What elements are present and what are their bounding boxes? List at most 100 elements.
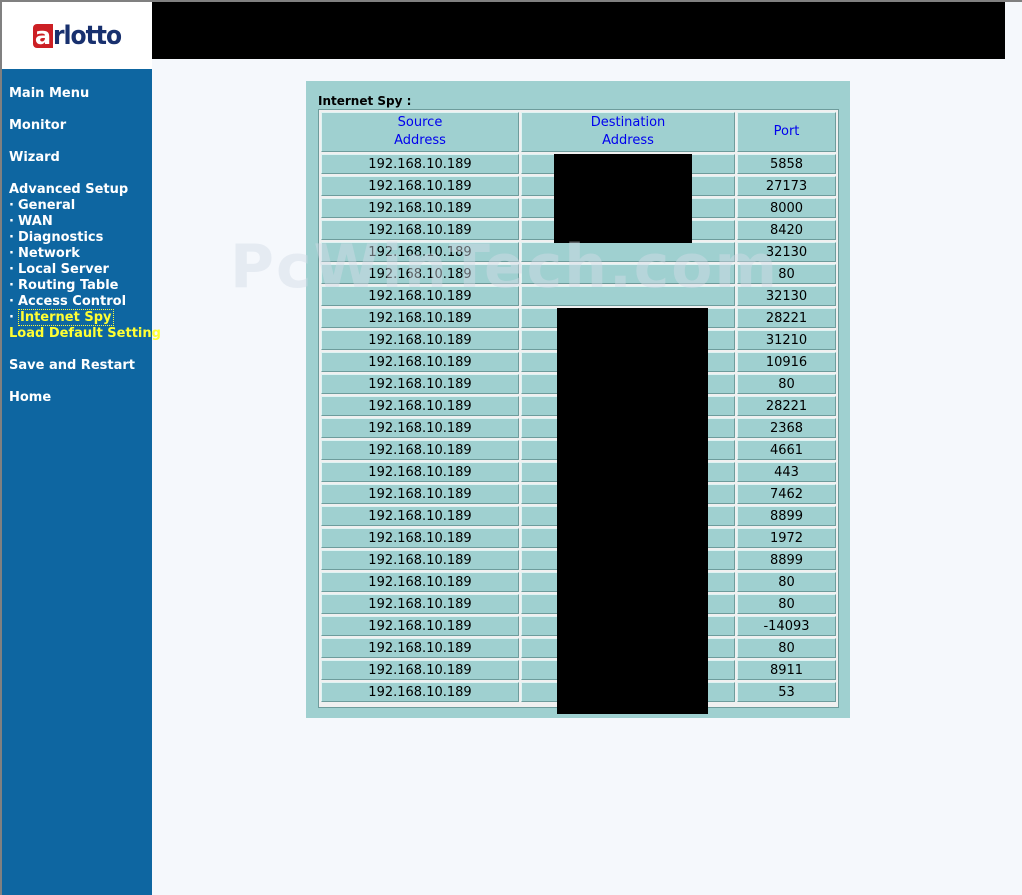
- destination-address-cell: [521, 242, 735, 262]
- port-cell: 28221: [737, 396, 836, 416]
- port-cell: 27173: [737, 176, 836, 196]
- logo-initial: a: [32, 21, 53, 50]
- sidebar: Main Menu Monitor Wizard Advanced Setup …: [2, 69, 161, 895]
- bullet-icon: ·: [9, 214, 14, 229]
- bullet-icon: ·: [9, 246, 14, 261]
- nav-load-default-setting[interactable]: Load Default Setting: [9, 326, 161, 341]
- nav-advanced-setup[interactable]: Advanced Setup: [9, 182, 128, 197]
- source-address-cell: 192.168.10.189: [321, 550, 519, 570]
- logo-area: a rlotto: [2, 2, 152, 69]
- table-row: 192.168.10.189 32130: [321, 286, 836, 306]
- nav-local-server-label: Local Server: [18, 262, 109, 277]
- source-address-cell: 192.168.10.189: [321, 528, 519, 548]
- source-address-cell: 192.168.10.189: [321, 418, 519, 438]
- source-address-cell: 192.168.10.189: [321, 198, 519, 218]
- nav-general-label: General: [18, 198, 76, 213]
- source-address-cell: 192.168.10.189: [321, 506, 519, 526]
- nav-monitor[interactable]: Monitor: [9, 118, 66, 133]
- source-address-header: Source Address: [321, 112, 519, 152]
- port-cell: 80: [737, 594, 836, 614]
- arlotto-logo[interactable]: a rlotto: [32, 16, 122, 56]
- nav-save-and-restart[interactable]: Save and Restart: [9, 358, 135, 373]
- header-banner-redacted: [152, 2, 1005, 59]
- nav-general[interactable]: · General: [9, 198, 75, 213]
- port-cell: 4661: [737, 440, 836, 460]
- source-header-line1: Source: [397, 115, 443, 130]
- port-cell: 28221: [737, 308, 836, 328]
- source-address-cell: 192.168.10.189: [321, 352, 519, 372]
- nav-network-label: Network: [18, 246, 80, 261]
- nav-internet-spy-label: Internet Spy: [18, 309, 114, 326]
- port-cell: 32130: [737, 242, 836, 262]
- nav-access-control[interactable]: · Access Control: [9, 294, 126, 309]
- bullet-icon: ·: [9, 198, 14, 213]
- nav-wan-label: WAN: [18, 214, 53, 229]
- source-address-cell: 192.168.10.189: [321, 220, 519, 240]
- source-address-cell: 192.168.10.189: [321, 616, 519, 636]
- nav-routing-table-label: Routing Table: [18, 278, 119, 293]
- port-cell: 53: [737, 682, 836, 702]
- source-address-cell: 192.168.10.189: [321, 264, 519, 284]
- port-cell: 8420: [737, 220, 836, 240]
- bullet-icon: ·: [9, 230, 14, 245]
- port-cell: 8899: [737, 506, 836, 526]
- nav-diagnostics[interactable]: · Diagnostics: [9, 230, 103, 245]
- port-cell: 8899: [737, 550, 836, 570]
- nav-network[interactable]: · Network: [9, 246, 80, 261]
- nav-home[interactable]: Home: [9, 390, 51, 405]
- source-address-cell: 192.168.10.189: [321, 330, 519, 350]
- source-address-cell: 192.168.10.189: [321, 638, 519, 658]
- port-cell: 80: [737, 264, 836, 284]
- table-row: 192.168.10.189 80: [321, 264, 836, 284]
- source-address-cell: 192.168.10.189: [321, 594, 519, 614]
- port-cell: 5858: [737, 154, 836, 174]
- bullet-icon: ·: [9, 262, 14, 277]
- source-address-cell: 192.168.10.189: [321, 242, 519, 262]
- port-cell: 7462: [737, 484, 836, 504]
- nav-diagnostics-label: Diagnostics: [18, 230, 104, 245]
- port-cell: 443: [737, 462, 836, 482]
- bullet-icon: ·: [9, 278, 14, 293]
- nav-wan[interactable]: · WAN: [9, 214, 53, 229]
- port-cell: -14093: [737, 616, 836, 636]
- nav-internet-spy[interactable]: · Internet Spy: [9, 309, 114, 326]
- table-header-row: Source Address Destination Address Port: [321, 112, 836, 152]
- source-address-cell: 192.168.10.189: [321, 572, 519, 592]
- nav-main-menu[interactable]: Main Menu: [9, 86, 89, 101]
- bullet-icon: ·: [9, 310, 14, 325]
- source-address-cell: 192.168.10.189: [321, 682, 519, 702]
- nav-wizard[interactable]: Wizard: [9, 150, 60, 165]
- source-address-cell: 192.168.10.189: [321, 176, 519, 196]
- port-cell: 10916: [737, 352, 836, 372]
- port-cell: 80: [737, 638, 836, 658]
- nav-local-server[interactable]: · Local Server: [9, 262, 109, 277]
- redaction-block-main: [557, 308, 708, 714]
- destination-address-cell: [521, 286, 735, 306]
- port-cell: 2368: [737, 418, 836, 438]
- destination-address-header: Destination Address: [521, 112, 735, 152]
- source-address-cell: 192.168.10.189: [321, 484, 519, 504]
- nav-access-control-label: Access Control: [18, 294, 127, 309]
- port-cell: 1972: [737, 528, 836, 548]
- dest-header-line2: Address: [602, 133, 654, 148]
- logo-text: rlotto: [52, 20, 122, 51]
- port-cell: 80: [737, 572, 836, 592]
- source-address-cell: 192.168.10.189: [321, 440, 519, 460]
- port-cell: 8911: [737, 660, 836, 680]
- port-cell: 32130: [737, 286, 836, 306]
- port-cell: 31210: [737, 330, 836, 350]
- destination-address-cell: [521, 264, 735, 284]
- source-address-cell: 192.168.10.189: [321, 396, 519, 416]
- redaction-block-top: [554, 154, 692, 243]
- port-cell: 8000: [737, 198, 836, 218]
- source-address-cell: 192.168.10.189: [321, 462, 519, 482]
- port-header: Port: [737, 112, 836, 152]
- nav-routing-table[interactable]: · Routing Table: [9, 278, 119, 293]
- dest-header-line1: Destination: [590, 115, 666, 130]
- panel-title: Internet Spy :: [318, 94, 412, 108]
- source-header-line2: Address: [394, 133, 446, 148]
- table-row: 192.168.10.189 32130: [321, 242, 836, 262]
- port-cell: 80: [737, 374, 836, 394]
- source-address-cell: 192.168.10.189: [321, 154, 519, 174]
- source-address-cell: 192.168.10.189: [321, 374, 519, 394]
